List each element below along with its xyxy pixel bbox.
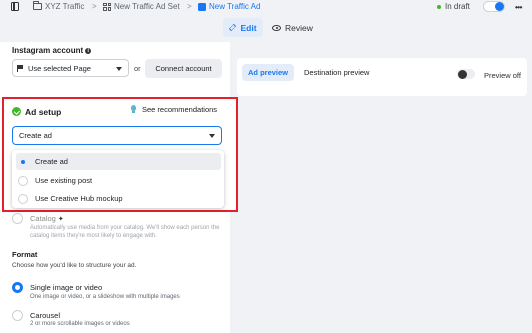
catalog-option[interactable]: Catalog ✦: [30, 214, 64, 223]
status-dot-icon: [437, 4, 441, 9]
carousel-radio[interactable]: [12, 310, 23, 321]
status-badge: In draft: [437, 2, 470, 11]
tab-review[interactable]: Review: [272, 18, 313, 37]
chevron-down-icon: [209, 134, 215, 138]
tab-review-label: Review: [285, 22, 313, 33]
breadcrumb-campaign[interactable]: XYZ Traffic: [33, 1, 85, 11]
info-icon[interactable]: i: [85, 48, 92, 54]
carousel-title[interactable]: Carousel: [30, 311, 60, 320]
tab-edit-label: Edit: [240, 22, 257, 33]
preview-toggle[interactable]: [457, 69, 475, 79]
tab-destination-preview[interactable]: Destination preview: [298, 64, 375, 81]
radio-icon: [18, 193, 28, 204]
ad-setup-dropdown: Create ad Use existing post Use Creative…: [12, 150, 224, 208]
format-title: Format: [12, 250, 38, 259]
page-select[interactable]: Use selected Page: [12, 59, 129, 77]
top-bar: XYZ Traffic > New Traffic Ad Set > New T…: [0, 0, 532, 14]
breadcrumb-separator: >: [92, 2, 97, 11]
breadcrumb-campaign-label: XYZ Traffic: [45, 2, 85, 11]
ad-setup-select-value: Create ad: [19, 131, 52, 140]
eye-icon: [272, 24, 281, 31]
breadcrumb-ad-label: New Traffic Ad: [209, 2, 261, 11]
or-label: or: [134, 64, 141, 73]
breadcrumb-separator: >: [187, 2, 192, 11]
page-select-value: Use selected Page: [28, 63, 91, 73]
preview-panel: Ad preview Destination preview Preview o…: [237, 58, 527, 96]
see-recommendations-link[interactable]: See recommendations: [142, 105, 217, 114]
ad-icon: [198, 2, 206, 11]
single-image-radio[interactable]: [12, 282, 23, 293]
radio-icon: [18, 175, 28, 186]
option-label: Create ad: [35, 157, 68, 166]
check-circle-icon: [12, 107, 21, 116]
grid-icon: [103, 2, 111, 11]
catalog-title: Catalog: [30, 214, 56, 223]
draft-toggle[interactable]: [483, 1, 505, 12]
lightbulb-icon: [131, 105, 136, 113]
carousel-desc: 2 or more scrollable images or videos: [30, 321, 130, 327]
breadcrumb-ad-set-label: New Traffic Ad Set: [114, 2, 180, 11]
option-create-ad[interactable]: Create ad: [16, 153, 221, 170]
option-label: Use Creative Hub mockup: [35, 194, 123, 203]
pencil-icon: [229, 23, 237, 32]
format-subtitle: Choose how you'd like to structure your …: [12, 262, 137, 269]
chevron-down-icon: [116, 67, 122, 71]
sidebar-toggle-icon[interactable]: [11, 2, 19, 11]
single-image-title[interactable]: Single image or video: [30, 283, 102, 292]
flag-icon: [17, 64, 23, 72]
breadcrumb-ad[interactable]: New Traffic Ad: [198, 2, 260, 11]
option-creative-hub-mockup[interactable]: Use Creative Hub mockup: [12, 190, 224, 207]
connect-account-button[interactable]: Connect account: [145, 59, 222, 78]
preview-off-label: Preview off: [484, 71, 521, 80]
more-options-button[interactable]: •••: [515, 3, 522, 12]
catalog-description: Automatically use media from your catalo…: [30, 225, 220, 239]
single-image-desc: One image or video, or a slideshow with …: [30, 294, 180, 300]
tab-ad-preview[interactable]: Ad preview: [242, 64, 295, 81]
instagram-account-title: Instagram account i: [12, 46, 92, 55]
breadcrumb-ad-set[interactable]: New Traffic Ad Set: [103, 2, 180, 11]
ad-setup-title: Ad setup: [25, 107, 62, 117]
radio-selected-icon: [18, 157, 28, 167]
catalog-radio[interactable]: [12, 213, 23, 224]
instagram-account-label: Instagram account: [12, 46, 84, 55]
sparkle-icon: ✦: [57, 216, 64, 223]
folder-icon: [33, 1, 42, 10]
option-label: Use existing post: [35, 176, 93, 185]
status-label: In draft: [445, 2, 470, 11]
option-use-existing-post[interactable]: Use existing post: [12, 172, 224, 189]
tab-edit[interactable]: Edit: [223, 18, 263, 37]
ad-setup-select[interactable]: Create ad: [12, 126, 222, 145]
